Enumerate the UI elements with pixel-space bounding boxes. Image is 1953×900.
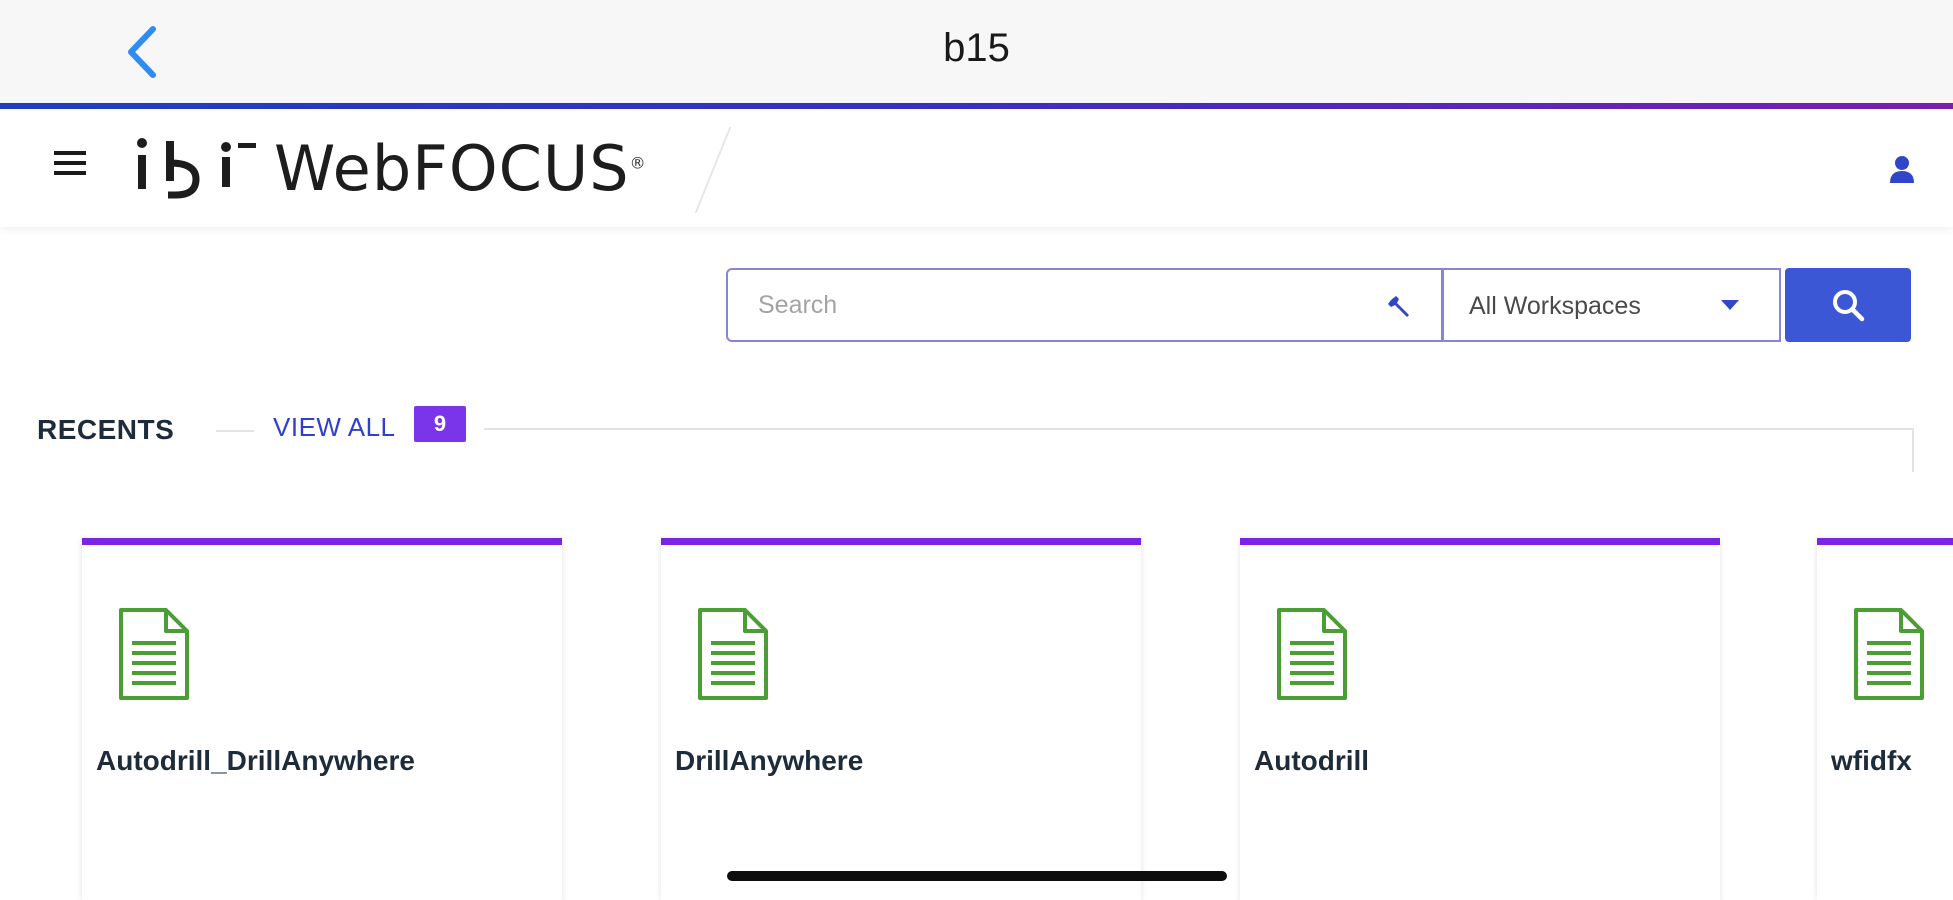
brand-name: WebFOCUS® [274,131,647,205]
user-button[interactable] [1884,151,1920,187]
ibi-logo-mark-icon [137,138,256,199]
recent-item-card[interactable]: DrillAnywhere [661,538,1141,900]
recent-item-card[interactable]: Autodrill_DrillAnywhere [82,538,562,900]
wrench-icon[interactable] [1387,294,1413,320]
recent-item-card[interactable]: Autodrill [1240,538,1720,900]
user-icon [1890,156,1914,183]
menu-button[interactable] [50,143,90,183]
recents-count-badge: 9 [414,406,466,442]
recents-divider-long [484,428,1914,430]
recent-item-name: Autodrill [1254,745,1370,776]
recents-divider-end [1912,428,1914,472]
search-bar: All Workspaces [726,268,1911,342]
recent-item-name: Autodrill_DrillAnywhere [96,745,415,776]
recents-divider [216,430,254,432]
search-field-container [726,268,1443,342]
document-icon [1854,608,1924,700]
search-icon [1833,290,1865,322]
ios-nav-bar: b15 [0,0,1953,103]
webfocus-logo: WebFOCUS® [132,131,647,205]
nav-title: b15 [943,26,1010,70]
caret-down-icon [1721,300,1739,310]
home-indicator[interactable] [727,871,1227,881]
view-all-link[interactable]: VIEW ALL [273,412,396,443]
recent-item-card[interactable]: wfidfx [1817,538,1953,900]
app-header: WebFOCUS® [0,109,1953,227]
recents-title: RECENTS [37,414,175,445]
recents-header: RECENTS VIEW ALL 9 [0,402,1953,472]
document-icon [119,608,189,700]
recent-item-name: wfidfx [1831,745,1912,776]
workspace-scope-value: All Workspaces [1469,292,1641,320]
header-divider [694,127,732,213]
workspace-scope-select[interactable]: All Workspaces [1443,268,1781,342]
search-button[interactable] [1785,268,1911,342]
search-input[interactable] [730,272,1370,338]
document-icon [1277,608,1347,700]
recent-item-name: DrillAnywhere [675,745,864,776]
hamburger-menu-icon [54,151,86,175]
document-icon [698,608,768,700]
